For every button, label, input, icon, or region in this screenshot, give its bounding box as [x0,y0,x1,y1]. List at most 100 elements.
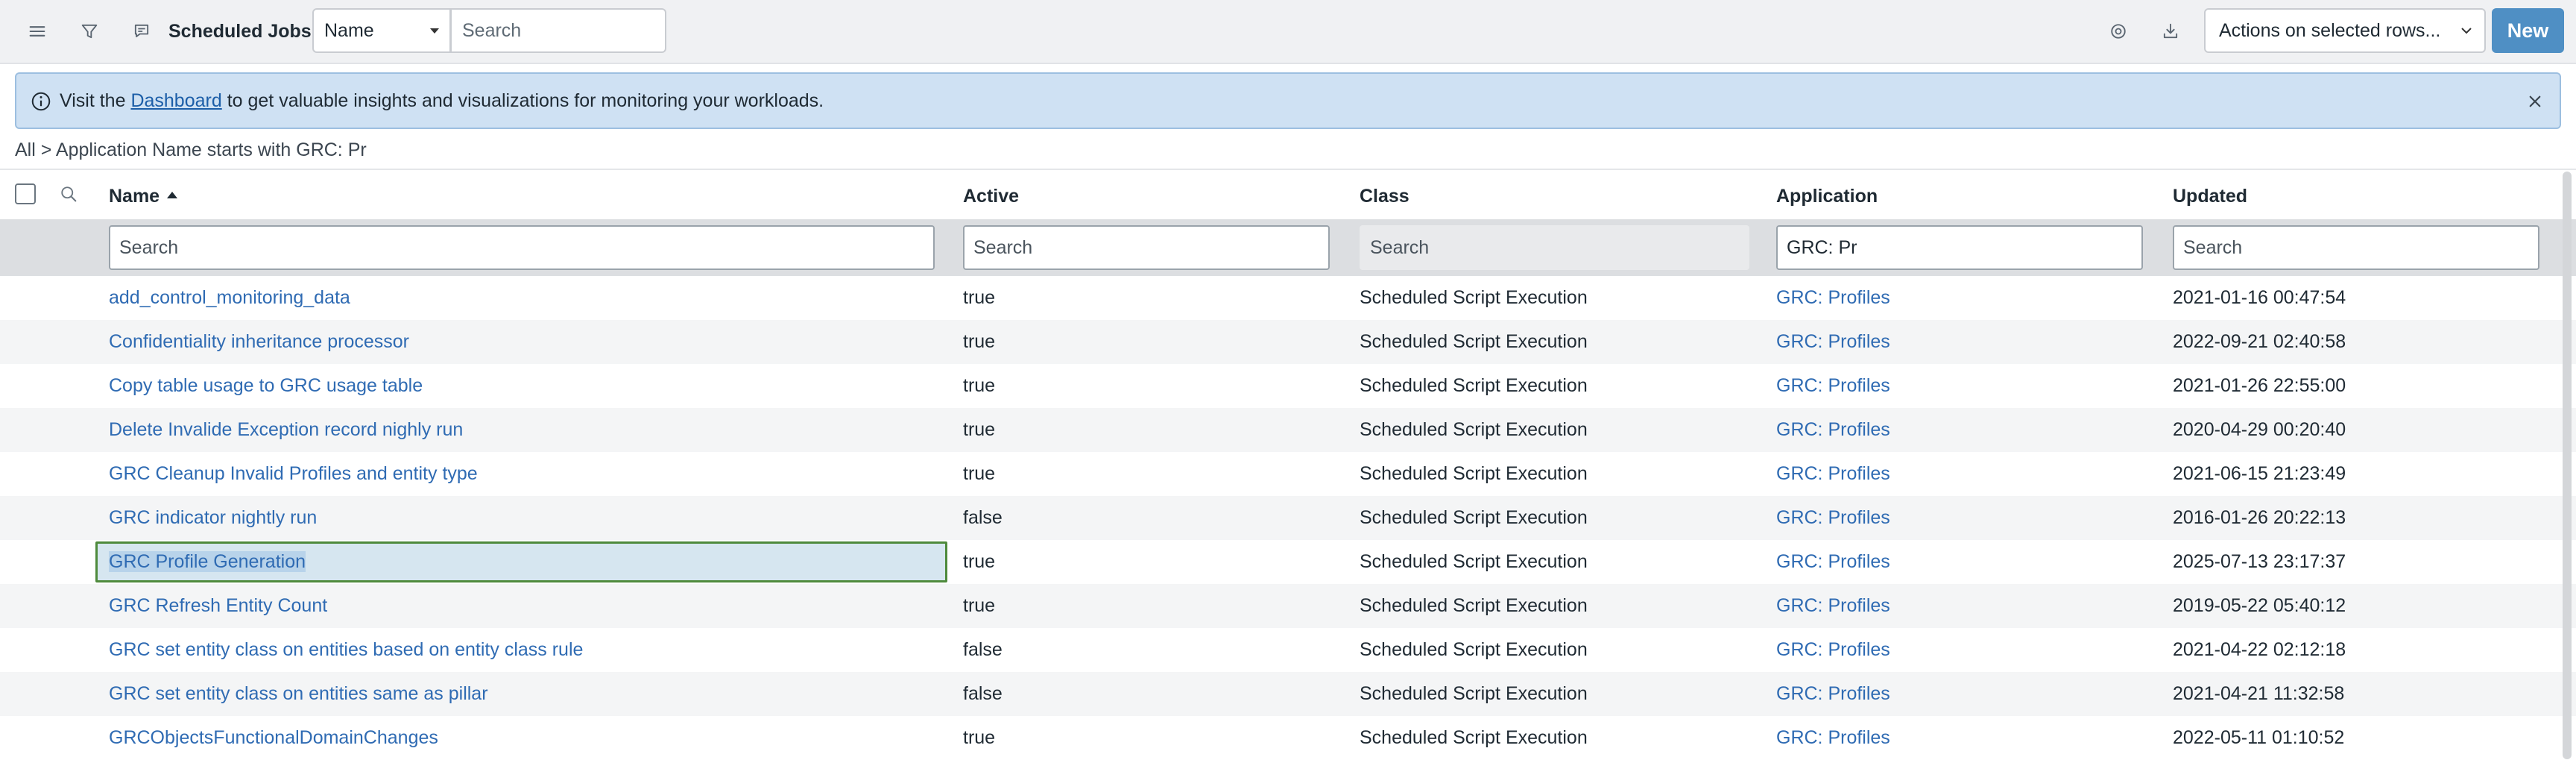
column-header-updated[interactable]: Updated [2173,170,2247,222]
cell-application[interactable]: GRC: Profiles [1776,496,1890,540]
table-row[interactable]: Confidentiality inheritance processor tru… [0,320,2576,364]
cell-class: Scheduled Script Execution [1360,507,1588,528]
cell-class: Scheduled Script Execution [1360,375,1588,396]
cell-application[interactable]: GRC: Profiles [1776,716,1890,760]
info-banner: Visit the Dashboard to get valuable insi… [15,72,2561,129]
cell-name[interactable]: GRC Profile Generation [109,540,306,584]
banner-text-suffix: to get valuable insights and visualizati… [221,90,824,111]
cell-updated: 2022-05-11 01:10:52 [2173,727,2345,748]
table-row[interactable]: Copy table usage to GRC usage table true S… [0,364,2576,408]
cell-class: Scheduled Script Execution [1360,639,1588,660]
cell-active: true [963,727,996,748]
name-filter-input[interactable] [109,225,935,270]
hamburger-menu-icon[interactable] [22,16,52,46]
cell-updated: 2021-04-21 11:32:58 [2173,683,2345,704]
cell-application[interactable]: GRC: Profiles [1776,320,1890,364]
search-field-value: Name [324,20,374,41]
cell-name[interactable]: GRC set entity class on entities same as… [109,672,488,716]
updated-filter-input[interactable] [2173,225,2539,270]
cell-class: Scheduled Script Execution [1360,463,1588,484]
cell-name[interactable]: Confidentiality inheritance processor [109,320,409,364]
actions-on-selected-rows-select[interactable]: Actions on selected rows... [2204,8,2486,53]
cell-active: true [963,331,996,352]
cell-class: Scheduled Script Execution [1360,551,1588,572]
table-row[interactable]: GRC set entity class on entities based o… [0,628,2576,672]
cell-application[interactable]: GRC: Profiles [1776,628,1890,672]
close-icon[interactable] [2524,90,2546,113]
cell-active: true [963,375,996,396]
cell-class: Scheduled Script Execution [1360,419,1588,440]
breadcrumb[interactable]: All > Application Name starts with GRC: … [15,138,367,162]
select-all-checkbox[interactable] [15,183,36,204]
column-header-active[interactable]: Active [963,170,1019,222]
table-row[interactable]: GRCObjectsFunctionalDomainChanges true Sch… [0,716,2576,760]
column-header-class[interactable]: Class [1360,170,1409,222]
column-header-application[interactable]: Application [1776,170,1878,222]
application-filter-input[interactable] [1776,225,2143,270]
table-row[interactable]: GRC Refresh Entity Count true Scheduled Sc… [0,584,2576,628]
list-search-input[interactable] [450,8,666,53]
new-button[interactable]: New [2492,8,2564,53]
cell-updated: 2021-06-15 21:23:49 [2173,463,2346,484]
cell-active: false [963,683,1003,704]
banner-text-prefix: Visit the [60,90,131,111]
cell-active: true [963,419,996,440]
cell-name[interactable]: GRCObjectsFunctionalDomainChanges [109,716,438,760]
cell-class: Scheduled Script Execution [1360,595,1588,616]
column-header-name-label: Name [109,186,160,207]
sort-ascending-icon [167,191,178,198]
cell-updated: 2021-04-22 02:12:18 [2173,639,2346,660]
cell-updated: 2021-01-26 22:55:00 [2173,375,2346,396]
cell-active: true [963,463,996,484]
table-row[interactable]: Delete Invalide Exception record nighly … [0,408,2576,452]
banner-message: Visit the Dashboard to get valuable insi… [60,74,824,128]
cell-updated: 2022-09-21 02:40:58 [2173,331,2346,352]
cell-updated: 2021-01-16 00:47:54 [2173,287,2346,308]
table-row[interactable]: GRC set entity class on entities same as… [0,672,2576,716]
cell-application[interactable]: GRC: Profiles [1776,408,1890,452]
info-icon [31,92,51,111]
cell-application[interactable]: GRC: Profiles [1776,452,1890,496]
column-search-icon[interactable] [58,183,79,204]
cell-class: Scheduled Script Execution [1360,331,1588,352]
filter-icon[interactable] [75,16,104,46]
cell-updated: 2016-01-26 20:22:13 [2173,507,2346,528]
cell-updated: 2019-05-22 05:40:12 [2173,595,2346,616]
cell-name[interactable]: GRC Cleanup Invalid Profiles and entity … [109,452,478,496]
cell-class: Scheduled Script Execution [1360,683,1588,704]
vertical-scrollbar[interactable] [2563,172,2572,759]
cell-name[interactable]: Delete Invalide Exception record nighly … [109,408,463,452]
cell-class: Scheduled Script Execution [1360,287,1588,308]
cell-class: Scheduled Script Execution [1360,727,1588,748]
table-row[interactable]: GRC Cleanup Invalid Profiles and entity … [0,452,2576,496]
cell-updated: 2020-04-29 00:20:40 [2173,419,2346,440]
cell-active: true [963,287,996,308]
table-body: add_control_monitoring_data true Scheduled… [0,276,2576,760]
table-header: Name Active Class Application Updated [0,169,2576,222]
cell-name[interactable]: GRC Refresh Entity Count [109,584,327,628]
download-icon[interactable] [2156,16,2185,46]
cell-active: false [963,639,1003,660]
active-filter-input[interactable] [963,225,1330,270]
cell-application[interactable]: GRC: Profiles [1776,672,1890,716]
cell-name[interactable]: GRC indicator nightly run [109,496,317,540]
cell-name[interactable]: Copy table usage to GRC usage table [109,364,423,408]
chevron-down-icon [2461,28,2472,34]
column-header-name[interactable]: Name [109,170,178,222]
cell-name[interactable]: add_control_monitoring_data [109,276,350,320]
cell-application[interactable]: GRC: Profiles [1776,540,1890,584]
table-row[interactable]: GRC Profile Generation true Scheduled Scri… [0,540,2576,584]
table-row[interactable]: add_control_monitoring_data true Scheduled… [0,276,2576,320]
cell-name[interactable]: GRC set entity class on entities based o… [109,628,583,672]
dashboard-link[interactable]: Dashboard [130,90,221,111]
page-title: Scheduled Jobs [168,21,312,42]
cell-active: true [963,551,996,572]
cell-application[interactable]: GRC: Profiles [1776,364,1890,408]
comment-icon[interactable] [127,16,157,46]
search-field-select[interactable]: Name [312,8,451,53]
cell-application[interactable]: GRC: Profiles [1776,584,1890,628]
selected-text[interactable]: GRC Profile Generation [109,551,306,572]
cell-application[interactable]: GRC: Profiles [1776,276,1890,320]
settings-gear-icon[interactable] [2103,16,2133,46]
table-row[interactable]: GRC indicator nightly run false Scheduled … [0,496,2576,540]
